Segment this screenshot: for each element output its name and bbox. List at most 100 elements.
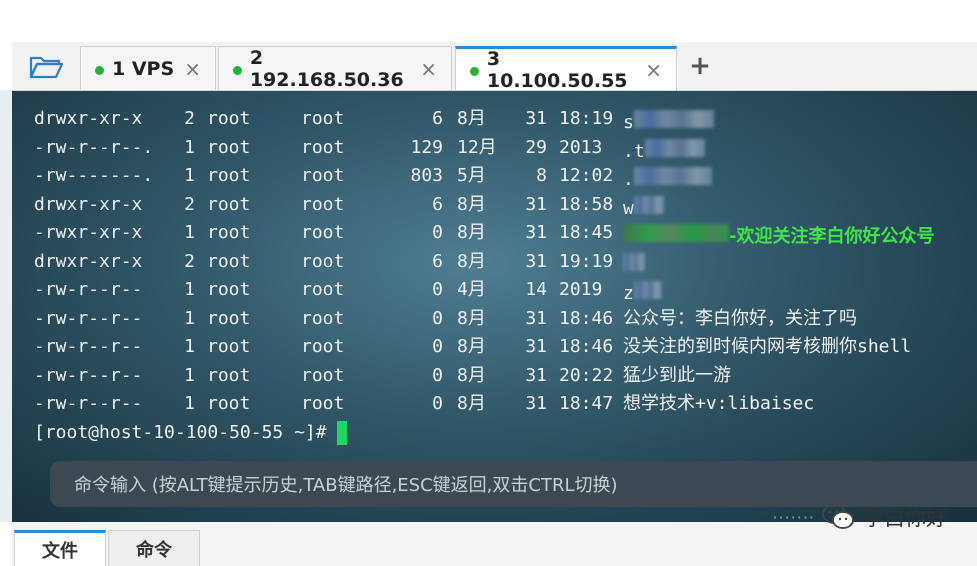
- file-time: 18:47: [559, 393, 614, 414]
- connection-status-dot: [470, 67, 479, 76]
- redacted-block: [623, 252, 645, 271]
- link-count: 1: [184, 222, 195, 243]
- tab-label: 文件: [42, 540, 78, 562]
- file-name-cell: -欢迎关注李白你好公众号: [617, 219, 934, 248]
- terminal-cursor: [336, 420, 347, 445]
- file-name: .t: [623, 140, 645, 162]
- file-name: w: [623, 197, 634, 219]
- link-count: 1: [184, 279, 195, 300]
- file-permissions: -rw-r--r--: [34, 336, 143, 357]
- file-group: root: [301, 193, 345, 215]
- file-size: 0: [432, 279, 443, 300]
- file-name-cell: z: [617, 276, 662, 305]
- close-icon[interactable]: ×: [420, 57, 437, 81]
- file-size: 0: [432, 307, 443, 329]
- file-day: 31: [525, 336, 547, 357]
- terminal-screen[interactable]: drwxr-xr-x 2 root root 6 8月 31 18:19 s -rw-r--r--…: [12, 91, 977, 522]
- file-month: 4月: [457, 279, 486, 300]
- file-permissions: -rw-r--r--: [34, 279, 143, 300]
- tab-commands[interactable]: 命令: [108, 530, 200, 566]
- connection-status-dot: [233, 66, 242, 75]
- terminal-line: -rw-------. 1 root root 803 5月 8 12:02.: [34, 162, 934, 191]
- file-name-cell: 没关注的到时候内网考核删你shell: [617, 333, 911, 362]
- file-name: z: [623, 283, 634, 304]
- tab-label: 1 VPS: [112, 57, 175, 80]
- redacted-block: [644, 138, 705, 157]
- command-input[interactable]: 命令输入 (按ALT键提示历史,TAB键路径,ESC键返回,双击CTRL切换): [50, 461, 977, 507]
- tab-label: 2 192.168.50.36: [249, 46, 404, 91]
- file-group: root: [301, 393, 345, 414]
- file-owner: root: [207, 222, 251, 243]
- file-name-cell: s: [617, 105, 714, 134]
- file-owner: root: [207, 250, 251, 272]
- file-day: 14: [525, 279, 547, 300]
- file-month: 8月: [457, 193, 486, 215]
- redacted-block: [633, 195, 664, 214]
- file-day: 31: [525, 307, 547, 329]
- tab-label: 命令: [136, 539, 172, 561]
- file-permissions: -rw-r--r--: [34, 307, 143, 329]
- file-permissions: drwxr-xr-x: [34, 108, 143, 129]
- link-count: 1: [184, 364, 195, 386]
- file-owner: root: [207, 136, 251, 158]
- file-name: 没关注的到时候内网考核删你shell: [623, 336, 912, 357]
- file-size: 6: [432, 108, 443, 129]
- file-name-cell: [617, 248, 645, 277]
- file-day: 31: [525, 222, 547, 243]
- file-size: 0: [432, 393, 443, 414]
- file-owner: root: [207, 336, 251, 357]
- command-input-placeholder: 命令输入 (按ALT键提示历史,TAB键路径,ESC键返回,双击CTRL切换): [74, 475, 618, 496]
- file-month: 8月: [457, 108, 486, 129]
- file-time: 18:19: [559, 108, 614, 129]
- watermark-dots: ·······: [772, 507, 815, 527]
- close-icon[interactable]: ×: [645, 58, 662, 82]
- file-time: 2019: [559, 279, 603, 300]
- file-owner: root: [207, 393, 251, 414]
- tab-192-168-50-36[interactable]: 2 192.168.50.36 ×: [218, 46, 452, 91]
- file-group: root: [301, 165, 345, 186]
- file-size: 6: [432, 193, 443, 215]
- file-size: 0: [432, 364, 443, 386]
- file-size: 0: [432, 222, 443, 243]
- shell-prompt-line: [root@host-10-100-50-55 ~]#: [34, 419, 934, 448]
- folder-open-button[interactable]: [26, 52, 66, 82]
- terminal-line: -rw-r--r--. 1 root root 129 12月 29 2013 .t: [34, 134, 934, 163]
- file-size: 129: [410, 136, 443, 158]
- link-count: 1: [184, 165, 195, 186]
- file-day: 31: [525, 250, 547, 272]
- file-month: 8月: [457, 336, 486, 357]
- file-day: 31: [525, 393, 547, 414]
- left-panel-edge: [0, 90, 12, 522]
- file-permissions: drwxr-xr-x: [34, 250, 143, 272]
- file-size: 0: [432, 336, 443, 357]
- file-day: 31: [525, 193, 547, 215]
- file-month: 8月: [457, 364, 486, 386]
- file-permissions: drwxr-xr-x: [34, 193, 143, 215]
- folder-icon: [29, 56, 63, 79]
- link-count: 2: [184, 193, 195, 215]
- link-count: 2: [184, 250, 195, 272]
- file-size: 803: [410, 165, 443, 186]
- tab-10-100-50-55[interactable]: 3 10.100.50.55 ×: [455, 46, 677, 92]
- wechat-icon: [822, 504, 854, 529]
- file-name: 猛少到此一游: [623, 364, 731, 386]
- add-tab-button[interactable]: +: [686, 51, 714, 81]
- file-group: root: [301, 108, 345, 129]
- tab-vps[interactable]: 1 VPS ×: [80, 46, 216, 90]
- file-name-cell: 想学技术+v:libaisec: [617, 390, 814, 419]
- file-time: 18:58: [559, 193, 614, 215]
- file-owner: root: [207, 108, 251, 129]
- tab-files[interactable]: 文件: [14, 530, 106, 566]
- file-month: 8月: [457, 393, 486, 414]
- file-name: 想学技术+v:libaisec: [623, 393, 815, 414]
- file-owner: root: [207, 165, 251, 186]
- terminal-line: drwxr-xr-x 2 root root 6 8月 31 18:58 w: [34, 191, 934, 220]
- watermark-text: 李白你好: [863, 506, 947, 530]
- file-owner: root: [207, 307, 251, 329]
- terminal-line: -rwxr-xr-x 1 root root 0 8月 31 18:45 -欢迎关注李白你好公众…: [34, 219, 934, 248]
- tab-label: 3 10.100.50.55: [486, 47, 628, 92]
- close-icon[interactable]: ×: [184, 57, 201, 81]
- file-permissions: -rw-r--r--: [34, 364, 143, 386]
- file-name: 公众号：李白你好，关注了吗: [623, 307, 857, 329]
- watermark: ······· 李白你好: [772, 502, 947, 532]
